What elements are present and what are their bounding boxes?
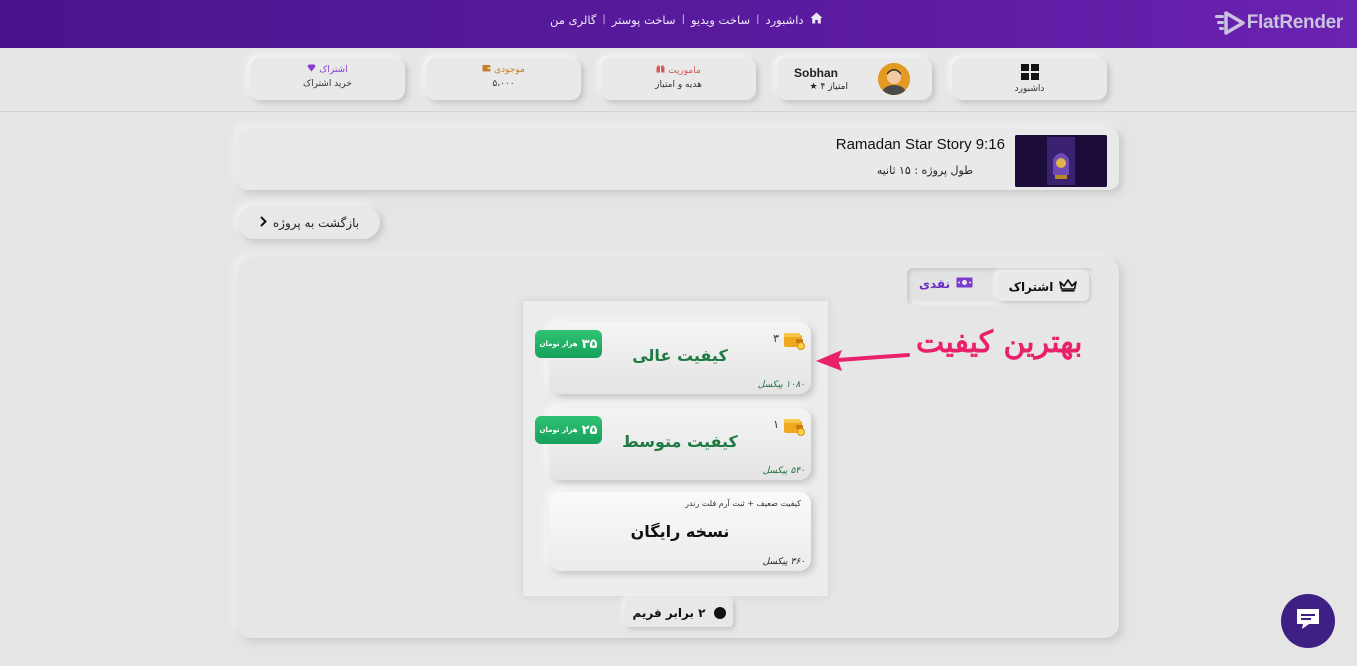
quality-option-medium[interactable]: ۲۵ هزار تومان ۱ کیفیت متوسط ۵۴۰ پیکسل: [535, 408, 811, 480]
tab-cash[interactable]: نقدی: [919, 277, 973, 291]
nav-my-gallery[interactable]: گالری من: [550, 13, 596, 27]
nav-separator: |: [681, 14, 685, 25]
resolution-label: ۵۴۰ پیکسل: [762, 466, 805, 476]
star-icon: ★: [809, 82, 818, 92]
coin-count: ۳: [773, 332, 779, 345]
resolution-label: ۳۶۰ پیکسل: [762, 557, 805, 567]
double-frame-toggle[interactable]: ۲ برابر فریم: [625, 598, 733, 627]
top-nav: داشبورد | ساخت ویدیو | ساخت پوستر | گالر…: [550, 12, 823, 27]
balance-title: موجودی: [426, 64, 581, 75]
subscription-card[interactable]: اشتراک خرید اشتراک: [250, 58, 405, 100]
mission-title: ماموریت: [601, 64, 756, 76]
gift-icon: [656, 65, 668, 76]
wallet-icon: [482, 65, 494, 75]
chevron-right-icon: [259, 215, 267, 230]
logo-icon: [1214, 10, 1245, 36]
free-note: کیفیت ضعیف + ثبت آرم فلت رندر: [685, 499, 801, 508]
nav-dashboard[interactable]: داشبورد: [765, 13, 803, 27]
money-icon: [956, 277, 973, 291]
resolution-label: ۱۰۸۰ پیکسل: [757, 380, 805, 390]
mission-value: هدیه و امتیاز: [655, 80, 702, 90]
quality-name: کیفیت عالی: [632, 346, 728, 365]
dashboard-card[interactable]: داشبورد: [952, 58, 1107, 100]
balance-card[interactable]: موجودی ۵،۰۰۰: [426, 58, 581, 100]
coin-count: ۱: [773, 418, 779, 431]
user-score: ★ ۴ امتیاز: [810, 82, 849, 92]
nav-separator: |: [756, 14, 760, 25]
double-frame-label: ۲ برابر فریم: [632, 605, 706, 620]
quality-option-high[interactable]: ۳۵ هزار تومان ۳ کیفیت عالی ۱۰۸۰ پیکسل: [535, 322, 811, 394]
back-to-project-button[interactable]: بازگشت به پروژه: [238, 206, 380, 239]
balance-value: ۵،۰۰۰: [492, 79, 515, 89]
brand-logo[interactable]: FlatRender: [1214, 10, 1344, 36]
quality-name: کیفیت متوسط: [622, 432, 738, 451]
stats-bar: داشبورد Sobhan ★ ۴ امتیاز ماموریت هدیه و…: [0, 48, 1357, 112]
annotation-text: بهترین کیفیت: [916, 325, 1083, 360]
chat-icon: [1295, 607, 1321, 635]
back-button-label: بازگشت به پروژه: [272, 215, 360, 230]
tab-subscription[interactable]: اشتراک: [997, 272, 1089, 301]
project-card: Ramadan Star Story 9:16 طول پروژه : ۱۵ ث…: [238, 128, 1119, 190]
nav-make-poster[interactable]: ساخت پوستر: [612, 13, 676, 27]
brand-name: FlatRender: [1246, 12, 1344, 33]
dashboard-label: داشبورد: [1014, 84, 1045, 94]
top-header: FlatRender داشبورد | ساخت ویدیو | ساخت پ…: [0, 0, 1357, 48]
quality-option-free[interactable]: کیفیت ضعیف + ثبت آرم فلت رندر نسخه رایگا…: [549, 492, 811, 571]
username: Sobhan: [794, 66, 838, 80]
project-title: Ramadan Star Story 9:16: [835, 136, 1005, 153]
user-card[interactable]: Sobhan ★ ۴ امتیاز: [777, 58, 932, 100]
subscription-value: خرید اشتراک: [303, 79, 352, 89]
project-length: طول پروژه : ۱۵ ثانیه: [876, 164, 973, 177]
project-thumbnail[interactable]: [1015, 135, 1107, 187]
nav-separator: |: [602, 14, 606, 25]
subscription-title: اشتراک: [250, 64, 405, 75]
diamond-icon: [307, 64, 319, 75]
quality-name: نسخه رایگان: [630, 522, 730, 541]
chat-button[interactable]: [1281, 594, 1335, 648]
home-icon[interactable]: [810, 12, 823, 27]
nav-make-video[interactable]: ساخت ویدیو: [691, 13, 750, 27]
crown-icon: [1059, 278, 1078, 295]
tab-subscription-label: اشتراک: [1008, 279, 1054, 294]
grid-icon: [1020, 64, 1039, 80]
quality-modal: ۳۵ هزار تومان ۳ کیفیت عالی ۱۰۸۰ پیکسل ۲۵…: [522, 300, 829, 597]
avatar: [878, 63, 910, 95]
user-score-value: ۴ امتیاز: [820, 82, 848, 92]
radio-dot-icon: [713, 606, 726, 619]
tab-cash-label: نقدی: [919, 277, 951, 291]
payment-toggle: اشتراک نقدی: [907, 268, 1093, 305]
annotation-arrow-icon: [816, 350, 910, 371]
mission-card[interactable]: ماموریت هدیه و امتیاز: [601, 58, 756, 100]
